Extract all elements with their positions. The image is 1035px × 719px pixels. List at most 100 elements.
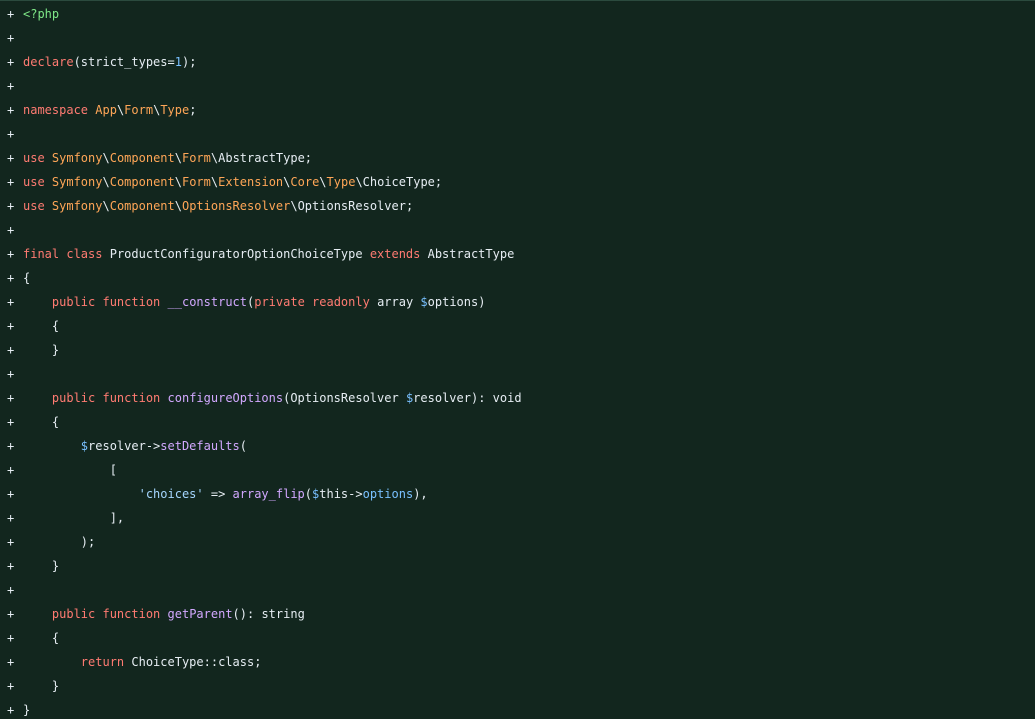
diff-line: + ], xyxy=(0,506,1035,530)
added-line-marker: + xyxy=(7,295,15,309)
code-token: function xyxy=(102,295,168,309)
line-code: $resolver->setDefaults( xyxy=(23,434,247,458)
code-token: public xyxy=(51,295,103,309)
code-token: ( xyxy=(239,439,247,453)
code-token: \ChoiceType; xyxy=(355,175,443,189)
code-token: Type xyxy=(326,175,356,189)
added-line-marker: + xyxy=(7,367,15,381)
added-line-marker: + xyxy=(7,31,15,45)
code-token: use xyxy=(23,175,52,189)
diff-line: + final class ProductConfiguratorOptionCh… xyxy=(0,242,1035,266)
code-token: return xyxy=(80,655,132,669)
code-token: ProductConfiguratorOptionChoiceType xyxy=(109,247,370,261)
added-line-marker: + xyxy=(7,631,15,645)
code-token: ); xyxy=(23,535,96,549)
code-token: Symfony xyxy=(51,151,103,165)
code-token: array xyxy=(377,295,421,309)
code-token: ChoiceType::class; xyxy=(131,655,262,669)
code-token: __construct xyxy=(167,295,247,309)
code-token: final xyxy=(23,247,67,261)
added-line-marker: + xyxy=(7,415,15,429)
code-token: ); xyxy=(181,55,197,69)
diff-line: + { xyxy=(0,314,1035,338)
code-token: \ xyxy=(319,175,327,189)
code-token: OptionsResolver xyxy=(181,199,291,213)
code-token: options xyxy=(362,487,414,501)
line-code: { xyxy=(23,266,30,290)
code-token: 'choices' xyxy=(138,487,204,501)
code-token: class xyxy=(66,247,110,261)
line-code: return ChoiceType::class; xyxy=(23,650,262,674)
line-code: } xyxy=(23,698,30,719)
added-line-marker: + xyxy=(7,271,15,285)
code-token: this-> xyxy=(319,487,363,501)
diff-line: + { xyxy=(0,626,1035,650)
added-line-marker: + xyxy=(7,55,15,69)
code-token: readonly xyxy=(312,295,378,309)
line-code: } xyxy=(23,554,59,578)
diff-line: + xyxy=(0,362,1035,386)
added-line-marker: + xyxy=(7,607,15,621)
diff-line: + use Symfony\Component\Form\Extension\Co… xyxy=(0,170,1035,194)
code-token: resolver): void xyxy=(413,391,522,405)
line-code: } xyxy=(23,338,59,362)
line-code: use Symfony\Component\OptionsResolver\Op… xyxy=(23,194,413,218)
line-code: ); xyxy=(23,530,95,554)
line-code: 'choices' => array_flip($this->options), xyxy=(23,482,428,506)
line-code: public function __construct(private read… xyxy=(23,290,486,314)
line-code: { xyxy=(23,314,59,338)
code-token: Extension xyxy=(218,175,284,189)
code-token: options) xyxy=(427,295,486,309)
line-code: ], xyxy=(23,506,124,530)
line-code: final class ProductConfiguratorOptionCho… xyxy=(23,242,514,266)
diff-line: + declare(strict_types=1); xyxy=(0,50,1035,74)
code-token: 1 xyxy=(174,55,182,69)
diff-line: +{ xyxy=(0,266,1035,290)
added-line-marker: + xyxy=(7,391,15,405)
code-token: \OptionsResolver; xyxy=(290,199,414,213)
code-token: setDefaults xyxy=(160,439,240,453)
added-line-marker: + xyxy=(7,79,15,93)
code-token: Form xyxy=(181,175,211,189)
code-token: declare xyxy=(23,55,74,69)
diff-line: + xyxy=(0,578,1035,602)
code-token: public xyxy=(51,391,103,405)
diff-line: + [ xyxy=(0,458,1035,482)
added-line-marker: + xyxy=(7,535,15,549)
code-token: ; xyxy=(189,103,197,117)
diff-line: + } xyxy=(0,554,1035,578)
diff-line: + use Symfony\Component\Form\AbstractType… xyxy=(0,146,1035,170)
line-code: public function configureOptions(Options… xyxy=(23,386,522,410)
code-token: (OptionsResolver xyxy=(283,391,406,405)
code-token: Form xyxy=(124,103,154,117)
diff-line: + { xyxy=(0,410,1035,434)
line-code: { xyxy=(23,410,59,434)
diff-line: + xyxy=(0,26,1035,50)
code-token: \ xyxy=(174,151,182,165)
code-token: Symfony xyxy=(51,199,103,213)
code-token: } xyxy=(23,679,60,693)
line-code: declare(strict_types=1); xyxy=(23,50,196,74)
diff-line: + return ChoiceType::class; xyxy=(0,650,1035,674)
added-line-marker: + xyxy=(7,199,15,213)
code-token: use xyxy=(23,199,52,213)
line-code: use Symfony\Component\Form\Extension\Cor… xyxy=(23,170,442,194)
code-token: { xyxy=(23,319,60,333)
code-token: private xyxy=(254,295,313,309)
code-token: ], xyxy=(23,511,125,525)
diff-line: + use Symfony\Component\OptionsResolver\O… xyxy=(0,194,1035,218)
added-line-marker: + xyxy=(7,127,15,141)
code-token: \ xyxy=(102,151,110,165)
added-line-marker: + xyxy=(7,151,15,165)
code-token: $ xyxy=(420,295,428,309)
line-code: <?php xyxy=(23,2,59,26)
code-token: <?php xyxy=(23,7,60,21)
diff-line: + 'choices' => array_flip($this->options… xyxy=(0,482,1035,506)
code-token: ( xyxy=(304,487,313,501)
code-token: \ xyxy=(174,199,182,213)
code-token: resolver-> xyxy=(88,439,161,453)
diff-line: + } xyxy=(0,338,1035,362)
code-token: configureOptions xyxy=(167,391,284,405)
